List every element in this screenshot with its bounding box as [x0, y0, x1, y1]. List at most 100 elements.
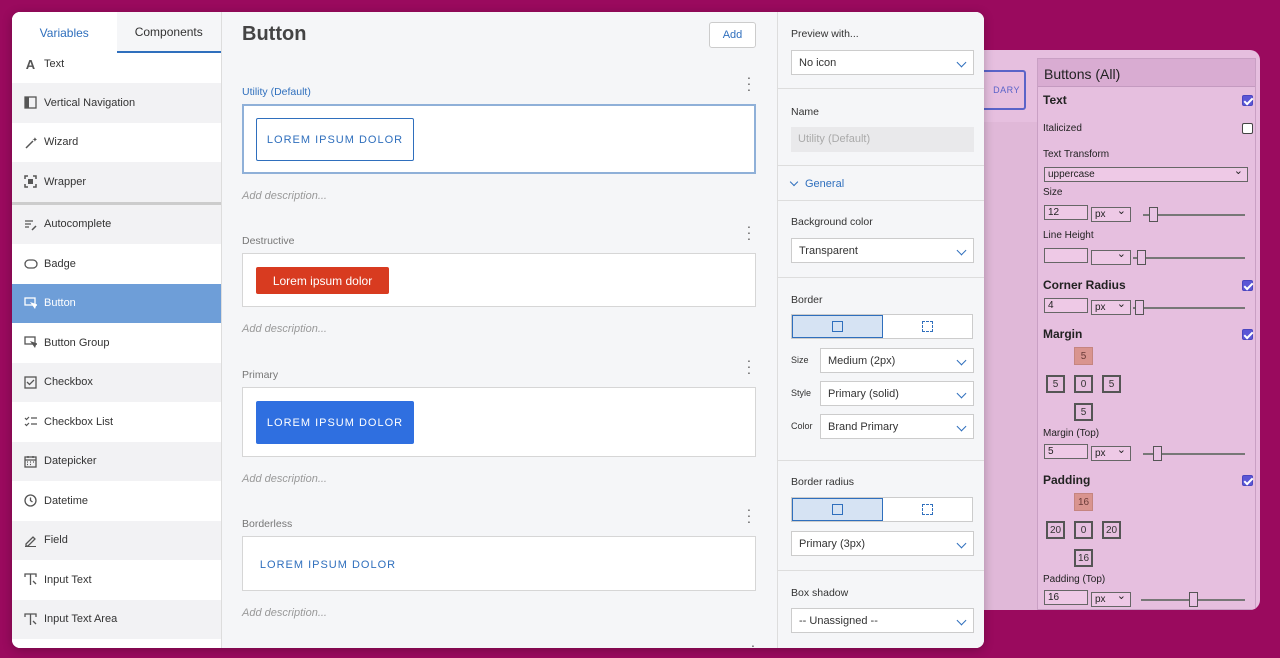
padding-top-unit-select[interactable]: px [1091, 589, 1131, 607]
tab-variables[interactable]: Variables [12, 12, 117, 53]
line-height-input[interactable] [1044, 248, 1088, 263]
radius-all-option[interactable] [792, 498, 883, 521]
padding-top-slider[interactable] [1141, 592, 1245, 607]
sidebar-item-checkbox[interactable]: Checkbox [12, 362, 221, 402]
text-transform-select[interactable]: uppercase [1044, 164, 1248, 182]
border-style-select[interactable]: Primary (solid) [820, 381, 974, 406]
variant-preview[interactable]: Lorem ipsum dolor [242, 253, 756, 307]
italicized-checkbox[interactable] [1242, 123, 1253, 134]
variant-preview[interactable]: LOREM IPSUM DOLOR [242, 104, 756, 174]
box-shadow-section: Box shadow -- Unassigned -- [778, 571, 984, 648]
padding-checkbox[interactable] [1242, 475, 1253, 486]
borderless-button-preview[interactable]: LOREM IPSUM DOLOR [256, 543, 400, 586]
add-variant-button[interactable]: Add [709, 22, 756, 48]
variant-preview[interactable]: LOREM IPSUM DOLOR [242, 536, 756, 591]
margin-top-label: Margin (Top) [1043, 428, 1100, 439]
preview-select[interactable]: No icon [791, 50, 974, 75]
more-options-icon[interactable]: · · · [744, 353, 754, 379]
variant-name[interactable]: Destructive [242, 235, 756, 249]
more-options-icon[interactable]: · [748, 638, 758, 648]
padding-left-box[interactable]: 20 [1046, 521, 1065, 539]
sidebar-item-input-text-area[interactable]: Input Text Area [12, 599, 221, 639]
padding-top-slider-knob[interactable] [1189, 592, 1198, 607]
corner-radius-unit-select[interactable]: px [1091, 297, 1131, 315]
margin-top-slider[interactable] [1143, 446, 1245, 461]
component-sidebar: Variables Components A Text Vertical Nav… [12, 12, 222, 648]
border-color-label: Color [791, 421, 813, 431]
margin-right-box[interactable]: 5 [1102, 375, 1121, 393]
margin-top-slider-knob[interactable] [1153, 446, 1162, 461]
utility-button-preview[interactable]: LOREM IPSUM DOLOR [256, 118, 414, 161]
margin-left-box[interactable]: 5 [1046, 375, 1065, 393]
corner-radius-input[interactable]: 4 [1044, 298, 1088, 313]
variant-name[interactable]: Utility (Default) [242, 86, 756, 100]
sidebar-item-datetime[interactable]: Datetime [12, 481, 221, 521]
size-slider[interactable] [1143, 207, 1245, 222]
margin-bottom-box[interactable]: 5 [1074, 403, 1093, 421]
more-options-icon[interactable]: · · · [744, 70, 754, 96]
variant-description[interactable]: Add description... [242, 323, 756, 335]
size-input[interactable]: 12 [1044, 205, 1088, 220]
margin-top-input[interactable]: 5 [1044, 444, 1088, 459]
secondary-button-preview[interactable]: DARY [978, 70, 1026, 110]
margin-top-box[interactable]: 5 [1074, 347, 1093, 365]
box-shadow-select[interactable]: -- Unassigned -- [791, 608, 974, 633]
sidebar-item-label: Autocomplete [44, 218, 112, 231]
border-individual-option[interactable] [883, 315, 972, 338]
tab-components[interactable]: Components [116, 12, 221, 53]
sidebar-item-checkbox-list[interactable]: Checkbox List [12, 402, 221, 442]
sidebar-item-field[interactable]: Field [12, 520, 221, 560]
border-radius-select[interactable]: Primary (3px) [791, 531, 974, 556]
text-section-checkbox[interactable] [1242, 95, 1253, 106]
padding-top-box[interactable]: 16 [1074, 493, 1093, 511]
line-height-slider-knob[interactable] [1137, 250, 1146, 265]
padding-right-box[interactable]: 20 [1102, 521, 1121, 539]
primary-button-preview[interactable]: LOREM IPSUM DOLOR [256, 401, 414, 444]
general-accordion[interactable]: General [789, 177, 844, 190]
preview-label: Preview with... [791, 28, 859, 40]
text-icon: A [25, 56, 36, 72]
sidebar-item-autocomplete[interactable]: Autocomplete [12, 204, 221, 244]
border-all-option[interactable] [792, 315, 883, 338]
name-section: Name Utility (Default) [778, 89, 984, 166]
destructive-button-preview[interactable]: Lorem ipsum dolor [256, 267, 389, 294]
margin-top-unit-select[interactable]: px [1091, 443, 1131, 461]
background-color-select[interactable]: Transparent [791, 238, 974, 263]
sidebar-item-wizard[interactable]: ✦ Wizard [12, 122, 221, 162]
size-unit-select[interactable]: px [1091, 204, 1131, 222]
corner-radius-checkbox[interactable] [1242, 280, 1253, 291]
padding-bottom-box[interactable]: 16 [1074, 549, 1093, 567]
sidebar-item-vertical-navigation[interactable]: Vertical Navigation [12, 83, 221, 123]
padding-center-box[interactable]: 0 [1074, 521, 1093, 539]
variant-description[interactable]: Add description... [242, 607, 756, 619]
margin-checkbox[interactable] [1242, 329, 1253, 340]
variant-preview[interactable]: LOREM IPSUM DOLOR [242, 387, 756, 457]
line-height-unit-select[interactable] [1091, 247, 1131, 265]
sidebar-item-input-text[interactable]: Input Text [12, 560, 221, 600]
sidebar-item-button[interactable]: Button [12, 283, 221, 323]
sidebar-item-datepicker[interactable]: Datepicker [12, 441, 221, 481]
background-strip [980, 122, 1040, 610]
corner-radius-slider[interactable] [1133, 300, 1245, 315]
padding-top-input[interactable]: 16 [1044, 590, 1088, 605]
checkbox-icon [23, 375, 38, 390]
variant-name[interactable]: Borderless [242, 518, 756, 532]
sidebar-item-wrapper[interactable]: Wrapper [12, 162, 221, 202]
variant-description[interactable]: Add description... [242, 473, 756, 485]
more-options-icon[interactable]: · · · [744, 219, 754, 245]
name-input[interactable]: Utility (Default) [791, 127, 974, 152]
more-options-icon[interactable]: · · · [744, 502, 754, 528]
margin-center-box[interactable]: 0 [1074, 375, 1093, 393]
cursor-icon [23, 335, 38, 350]
corner-radius-heading: Corner Radius [1043, 278, 1126, 292]
size-slider-knob[interactable] [1149, 207, 1158, 222]
sidebar-item-badge[interactable]: Badge [12, 244, 221, 284]
corner-radius-slider-knob[interactable] [1135, 300, 1144, 315]
line-height-slider[interactable] [1133, 250, 1245, 265]
border-color-select[interactable]: Brand Primary [820, 414, 974, 439]
variant-description[interactable]: Add description... [242, 190, 756, 202]
variant-name[interactable]: Primary [242, 369, 756, 383]
sidebar-item-button-group[interactable]: Button Group [12, 323, 221, 363]
radius-individual-option[interactable] [883, 498, 972, 521]
border-size-select[interactable]: Medium (2px) [820, 348, 974, 373]
